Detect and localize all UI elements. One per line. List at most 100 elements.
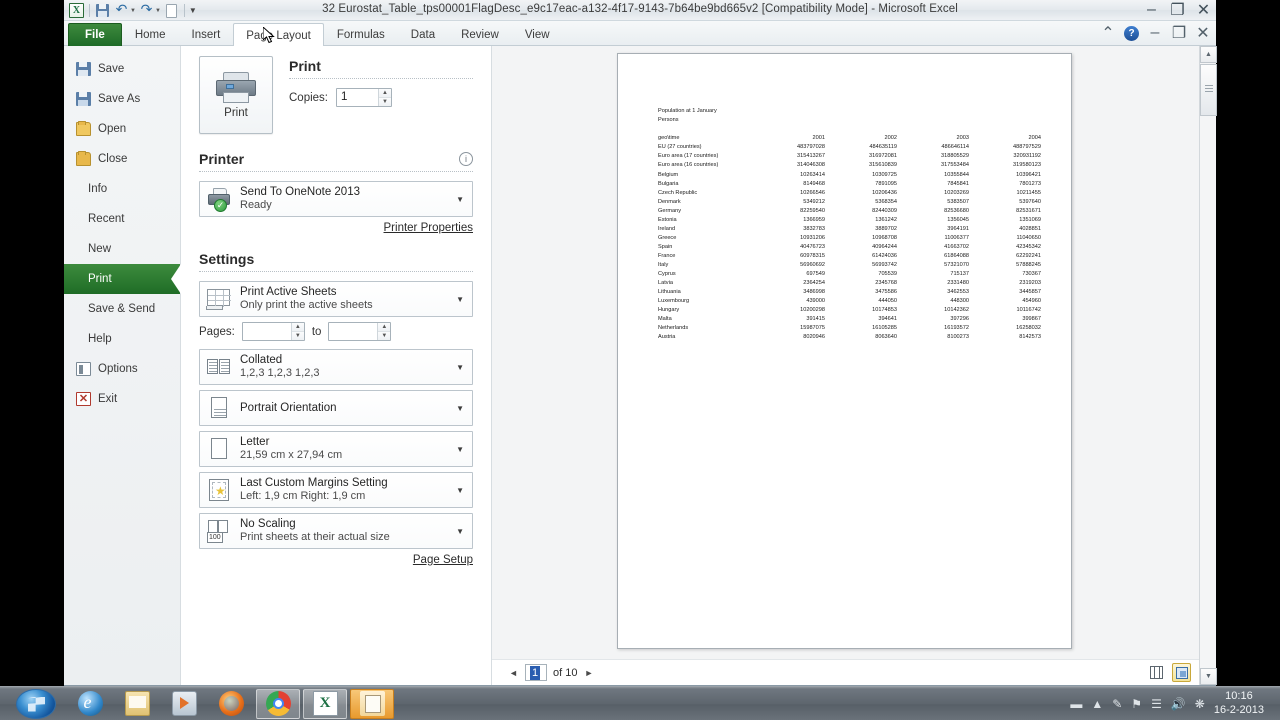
tab-data[interactable]: Data xyxy=(398,23,448,46)
tab-page-layout[interactable]: Page Layout xyxy=(233,23,324,47)
row-value: 1366959 xyxy=(803,216,825,223)
divider xyxy=(199,271,473,272)
chevron-down-icon[interactable]: ▼ xyxy=(456,295,466,304)
taskbar-item-firefox[interactable] xyxy=(209,689,253,719)
previous-page-button[interactable]: ◄ xyxy=(508,668,519,678)
info-icon[interactable]: i xyxy=(459,152,473,166)
page-number-input[interactable]: 1 xyxy=(525,664,547,681)
tab-review[interactable]: Review xyxy=(448,23,512,46)
setting-print-what[interactable]: Print Active Sheets Only print the activ… xyxy=(199,281,473,317)
pages-from-up[interactable]: ▲ xyxy=(291,323,304,332)
printer-properties-link[interactable]: Printer Properties xyxy=(199,222,473,234)
sidebar-item-save-as[interactable]: Save As xyxy=(64,84,180,114)
scrollbar-thumb[interactable] xyxy=(1200,64,1217,116)
ribbon-restore-button[interactable]: ❐ xyxy=(1171,25,1187,42)
clock[interactable]: 10:16 16-2-2013 xyxy=(1214,690,1270,718)
restore-button[interactable]: ❐ xyxy=(1169,2,1186,19)
sidebar-item-save-and-send[interactable]: Save & Send xyxy=(64,294,180,324)
chevron-down-icon[interactable]: ▼ xyxy=(456,404,466,413)
printer-selector[interactable]: ✓ Send To OneNote 2013 Ready ▼ xyxy=(199,181,473,217)
volume-icon[interactable]: 🔊 xyxy=(1171,697,1186,711)
collapse-ribbon-icon[interactable]: ⌃ xyxy=(1100,25,1116,42)
taskbar-item-file-explorer[interactable] xyxy=(115,689,159,719)
chevron-down-icon[interactable]: ▼ xyxy=(456,486,466,495)
network-flag-icon[interactable]: ⚑ xyxy=(1131,697,1142,711)
copies-up[interactable]: ▲ xyxy=(379,89,391,98)
ribbon-close-button[interactable]: ✕ xyxy=(1195,25,1211,42)
action-center-icon[interactable]: ✎ xyxy=(1112,697,1122,711)
start-button[interactable] xyxy=(16,688,56,719)
sidebar-item-save[interactable]: Save xyxy=(64,54,180,84)
close-button[interactable]: ✕ xyxy=(1195,2,1212,19)
tab-file[interactable]: File xyxy=(68,23,122,46)
preview-scrollbar[interactable]: ▲ ▼ xyxy=(1199,46,1217,685)
page-number-value[interactable]: 1 xyxy=(530,666,541,680)
folder-open-icon xyxy=(76,121,91,136)
show-hidden-icons-button[interactable]: ▬ xyxy=(1070,697,1082,711)
copies-value[interactable]: 1 xyxy=(337,89,378,106)
scroll-down-button[interactable]: ▼ xyxy=(1200,668,1217,685)
sidebar-item-exit[interactable]: ✕ Exit xyxy=(64,384,180,414)
help-icon[interactable]: ? xyxy=(1124,25,1139,41)
sidebar-item-print[interactable]: Print xyxy=(64,264,181,294)
tab-formulas[interactable]: Formulas xyxy=(324,23,398,46)
copies-row: Copies: 1 ▲ ▼ xyxy=(289,88,473,107)
chevron-down-icon[interactable]: ▼ xyxy=(456,195,466,204)
preview-zoom-controls xyxy=(1147,663,1191,682)
row-label: Cyprus xyxy=(658,271,676,278)
setting-scaling[interactable]: 100 No Scaling Print sheets at their act… xyxy=(199,513,473,549)
row-value: 10211455 xyxy=(1016,189,1041,196)
sidebar-item-info[interactable]: Info xyxy=(64,174,180,204)
pages-from-stepper[interactable]: ▲ ▼ xyxy=(241,322,305,341)
setting-orientation[interactable]: Portrait Orientation ▼ xyxy=(199,390,473,426)
next-page-button[interactable]: ► xyxy=(583,668,594,678)
copies-spin-buttons[interactable]: ▲ ▼ xyxy=(378,89,391,106)
table-row: Netherlands 15987075 16105285 16193572 16258… xyxy=(658,324,1041,333)
print-button[interactable]: Print xyxy=(199,56,273,134)
sidebar-item-recent[interactable]: Recent xyxy=(64,204,180,234)
page-setup-link[interactable]: Page Setup xyxy=(199,554,473,566)
copies-down[interactable]: ▼ xyxy=(379,98,391,106)
sidebar-item-help[interactable]: Help xyxy=(64,324,180,354)
sidebar-item-close[interactable]: Close xyxy=(64,144,180,174)
scroll-up-button[interactable]: ▲ xyxy=(1200,46,1217,63)
tab-home[interactable]: Home xyxy=(122,23,179,46)
taskbar-item-snipping-tool[interactable] xyxy=(350,688,394,719)
pages-to-spin-buttons[interactable]: ▲ ▼ xyxy=(377,323,391,340)
pages-to-stepper[interactable]: ▲ ▼ xyxy=(328,322,392,341)
chevron-down-icon[interactable]: ▼ xyxy=(456,527,466,536)
taskbar-item-chrome[interactable] xyxy=(256,688,300,719)
setting-margins[interactable]: ★ Last Custom Margins Setting Left: 1,9 … xyxy=(199,472,473,508)
table-row: Greece 10931206 10968708 11006377 11040650 xyxy=(658,234,1041,243)
taskbar-item-internet-explorer[interactable] xyxy=(68,689,112,719)
pages-from-spin-buttons[interactable]: ▲ ▼ xyxy=(290,323,304,340)
taskbar-item-excel[interactable]: X xyxy=(303,688,347,719)
setting-collation[interactable]: Collated 1,2,3 1,2,3 1,2,3 ▼ xyxy=(199,349,473,385)
sidebar-item-new[interactable]: New xyxy=(64,234,180,264)
print-heading: Print xyxy=(289,58,321,74)
chevron-down-icon[interactable]: ▼ xyxy=(456,363,466,372)
row-value: 454960 xyxy=(1022,298,1041,305)
taskbar-item-media-player[interactable] xyxy=(162,689,206,719)
pages-to-up[interactable]: ▲ xyxy=(378,323,391,332)
tab-insert[interactable]: Insert xyxy=(179,23,234,46)
zoom-to-page-button[interactable] xyxy=(1172,663,1191,682)
sidebar-item-options[interactable]: Options xyxy=(64,354,180,384)
tab-view[interactable]: View xyxy=(512,23,563,46)
show-margins-button[interactable] xyxy=(1147,663,1166,682)
antivirus-icon[interactable]: ❋ xyxy=(1195,697,1205,711)
setting-paper-size[interactable]: Letter 21,59 cm x 27,94 cm ▼ xyxy=(199,431,473,467)
pages-to-down[interactable]: ▼ xyxy=(378,332,391,340)
setting-subtitle: Only print the active sheets xyxy=(240,299,373,312)
tray-expand-icon[interactable]: ▲ xyxy=(1091,697,1103,711)
ribbon-minimize-button[interactable]: – xyxy=(1147,24,1163,41)
chevron-down-icon[interactable]: ▼ xyxy=(456,445,466,454)
table-row: Euro area (17 countries) 315413267 3169720… xyxy=(658,152,1041,161)
pages-from-down[interactable]: ▼ xyxy=(291,332,304,340)
copies-stepper[interactable]: 1 ▲ ▼ xyxy=(336,88,392,107)
sidebar-item-open[interactable]: Open xyxy=(64,114,180,144)
row-value: 315413267 xyxy=(797,153,825,160)
minimize-button[interactable]: – xyxy=(1143,1,1160,18)
printer-icon xyxy=(216,71,256,104)
signal-icon[interactable]: ☰ xyxy=(1151,697,1162,711)
